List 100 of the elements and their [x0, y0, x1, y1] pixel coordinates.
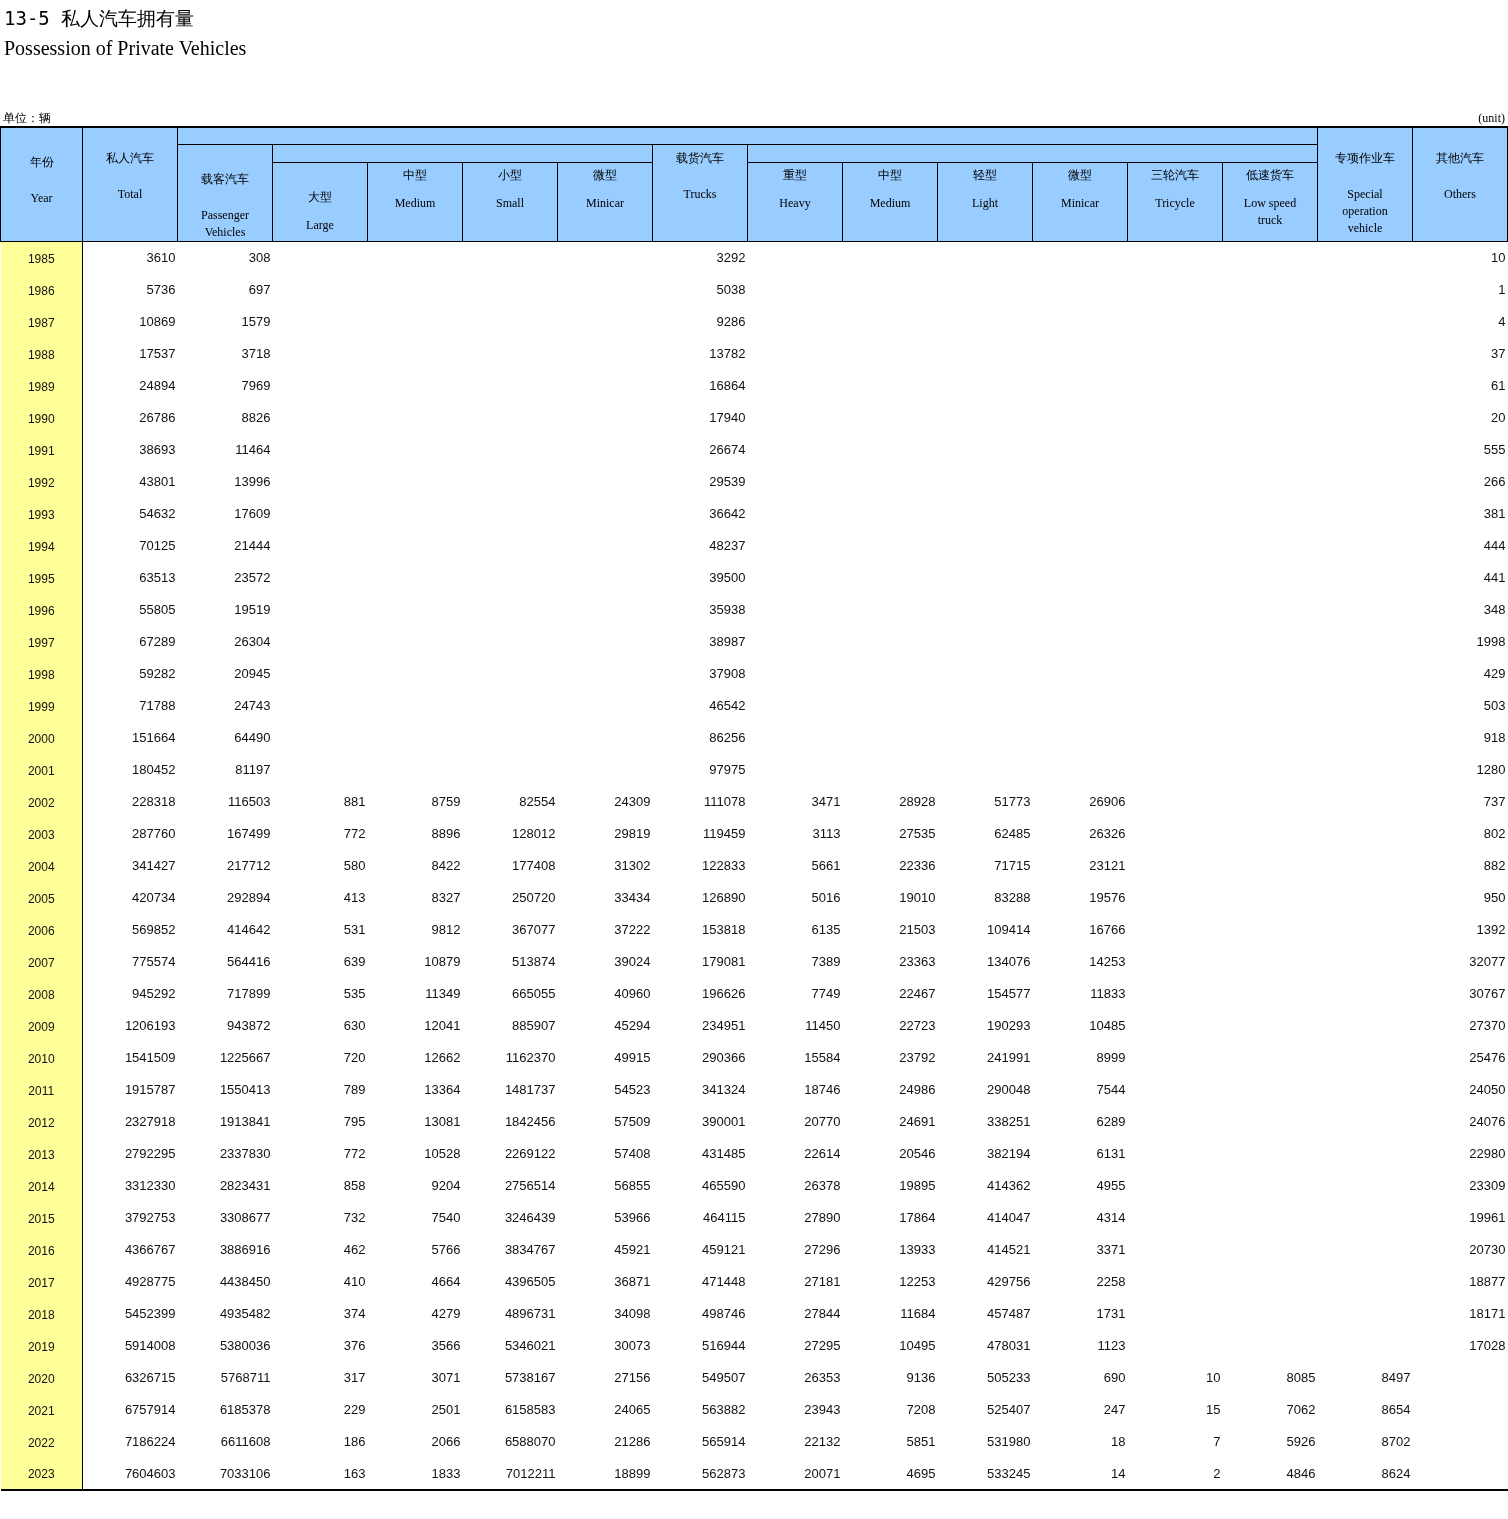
year-cell: 1988 — [0, 337, 83, 370]
header-label: 专项作业车 — [1335, 150, 1395, 166]
header-label: 微型 — [1068, 166, 1092, 183]
table-cell-text: 29819 — [613, 825, 652, 843]
table-cell-text: 28928 — [898, 793, 937, 811]
table-cell-text: 5851 — [905, 1433, 937, 1451]
table-cell-text: 10485 — [1088, 1017, 1127, 1035]
table-cell-text: 15 — [1205, 1401, 1222, 1419]
year-cell: 2022 — [0, 1425, 83, 1458]
table-cell-text: 229 — [342, 1401, 367, 1419]
table-cell-text: 30767 — [1468, 985, 1507, 1003]
year-cell: 1986 — [0, 273, 83, 306]
table-cell-text: 234951 — [701, 1017, 747, 1035]
table-cell-text: 11349 — [424, 985, 462, 1003]
table-cell-text: 8826 — [240, 409, 272, 427]
table-title: 13-5 私人汽车拥有量 — [4, 6, 196, 31]
table-cell-text: 177408 — [511, 857, 557, 875]
year-cell: 1995 — [0, 561, 83, 594]
table-cell-text: 503 — [1482, 697, 1507, 715]
table-cell-text: 11833 — [1089, 985, 1127, 1003]
table-cell: 4695 — [842, 1457, 938, 1490]
table-cell-text: 535 — [342, 985, 367, 1003]
year-cell: 1997 — [0, 625, 83, 658]
table-cell-text: 51773 — [993, 793, 1032, 811]
header-label: 低速货车 — [1246, 166, 1294, 183]
table-cell-text: 26304 — [233, 633, 272, 651]
year-cell: 2002 — [0, 785, 83, 818]
table-cell: 7604603 — [82, 1457, 178, 1490]
table-cell-text: 4955 — [1095, 1177, 1127, 1195]
table-cell: 3792753 — [82, 1201, 178, 1234]
table-cell-text: 505233 — [986, 1369, 1032, 1387]
table-cell-text: 4664 — [430, 1273, 462, 1291]
table-cell-text: 19961 — [1468, 1209, 1507, 1227]
table-cell-text: 5661 — [810, 857, 842, 875]
year-cell: 2017 — [0, 1265, 83, 1298]
table-cell-text: 2756514 — [503, 1177, 557, 1195]
table-cell-text: 462 — [342, 1241, 367, 1259]
table-cell: 7012211 — [462, 1457, 558, 1490]
table-cell-text: 18 — [1110, 1433, 1127, 1451]
table-cell-text: 1 — [1497, 281, 1507, 299]
header-label: 其他汽车 — [1436, 150, 1484, 166]
header-label: 私人汽车 — [106, 150, 154, 166]
header-label: 年份 — [29, 154, 54, 170]
table-cell-text: 22614 — [803, 1145, 842, 1163]
table-cell-text: 414047 — [986, 1209, 1032, 1227]
table-cell-text: 8327 — [430, 889, 462, 907]
table-cell-text: 290048 — [986, 1081, 1032, 1099]
table-cell-text: 22723 — [898, 1017, 937, 1035]
table-cell-text: 630 — [342, 1017, 367, 1035]
table-cell-text: 27890 — [803, 1209, 842, 1227]
table-cell-text: 26326 — [1088, 825, 1127, 843]
table-cell-text: 8759 — [430, 793, 462, 811]
table-cell-text: 429756 — [986, 1273, 1032, 1291]
table-cell: 71788 — [82, 689, 178, 722]
table-cell-text: 97975 — [708, 761, 747, 779]
table-cell-text: 8654 — [1380, 1401, 1412, 1419]
table-cell-text: 431485 — [701, 1145, 747, 1163]
header-label: 三轮汽车 — [1151, 166, 1199, 183]
table-cell-text: 15584 — [803, 1049, 842, 1067]
table-cell-text: 49915 — [613, 1049, 652, 1067]
table-cell-text: 7749 — [810, 985, 842, 1003]
table-cell-text: 10528 — [423, 1145, 462, 1163]
table-cell-text: 772 — [342, 1145, 367, 1163]
table-cell-text: 247 — [1102, 1401, 1127, 1419]
table-cell-text: 10 — [1205, 1369, 1222, 1387]
table-cell-text: 565914 — [701, 1433, 747, 1451]
table-cell-text: 54523 — [613, 1081, 652, 1099]
year-cell: 1989 — [0, 369, 83, 402]
table-cell-text: 413 — [342, 889, 367, 907]
table-cell-text: 317 — [342, 1369, 367, 1387]
table-cell-text: 23792 — [898, 1049, 937, 1067]
table-cell-text: 37908 — [708, 665, 747, 683]
table-cell: 3610 — [82, 241, 178, 274]
table-cell-text: 13996 — [233, 473, 272, 491]
table-cell-text: 471448 — [701, 1273, 747, 1291]
table-cell-text: 250720 — [511, 889, 557, 907]
table-cell-text: 8422 — [430, 857, 462, 875]
table-cell: 287760 — [82, 817, 178, 850]
table-cell-text: 1481737 — [503, 1081, 557, 1099]
table-cell-text: 17028 — [1468, 1337, 1507, 1355]
header-label: 中型 — [878, 166, 902, 183]
table-cell-text: 11684 — [899, 1305, 937, 1323]
table-cell-text: 22336 — [898, 857, 937, 875]
table-cell-text: 3834767 — [503, 1241, 557, 1259]
table-cell-text: 17940 — [708, 409, 747, 427]
table-cell-text: 737 — [1482, 793, 1507, 811]
table-cell-text: 4935482 — [218, 1305, 272, 1323]
table-cell-text: 381 — [1482, 505, 1507, 523]
table-cell-text: 2823431 — [218, 1177, 272, 1195]
header-label: Small — [496, 194, 524, 212]
table-cell: 7186224 — [82, 1425, 178, 1458]
table-cell-text: 7389 — [810, 953, 842, 971]
table-cell-text: 3246439 — [503, 1209, 557, 1227]
table-cell-text: 128012 — [511, 825, 557, 843]
table-cell-text: 20 — [1490, 409, 1507, 427]
table-cell-text: 410 — [342, 1273, 367, 1291]
table-cell-text: 86256 — [708, 729, 747, 747]
table-cell: 18899 — [557, 1457, 653, 1490]
table-cell-text: 1998 — [1475, 633, 1507, 651]
table-cell-text: 8085 — [1285, 1369, 1317, 1387]
